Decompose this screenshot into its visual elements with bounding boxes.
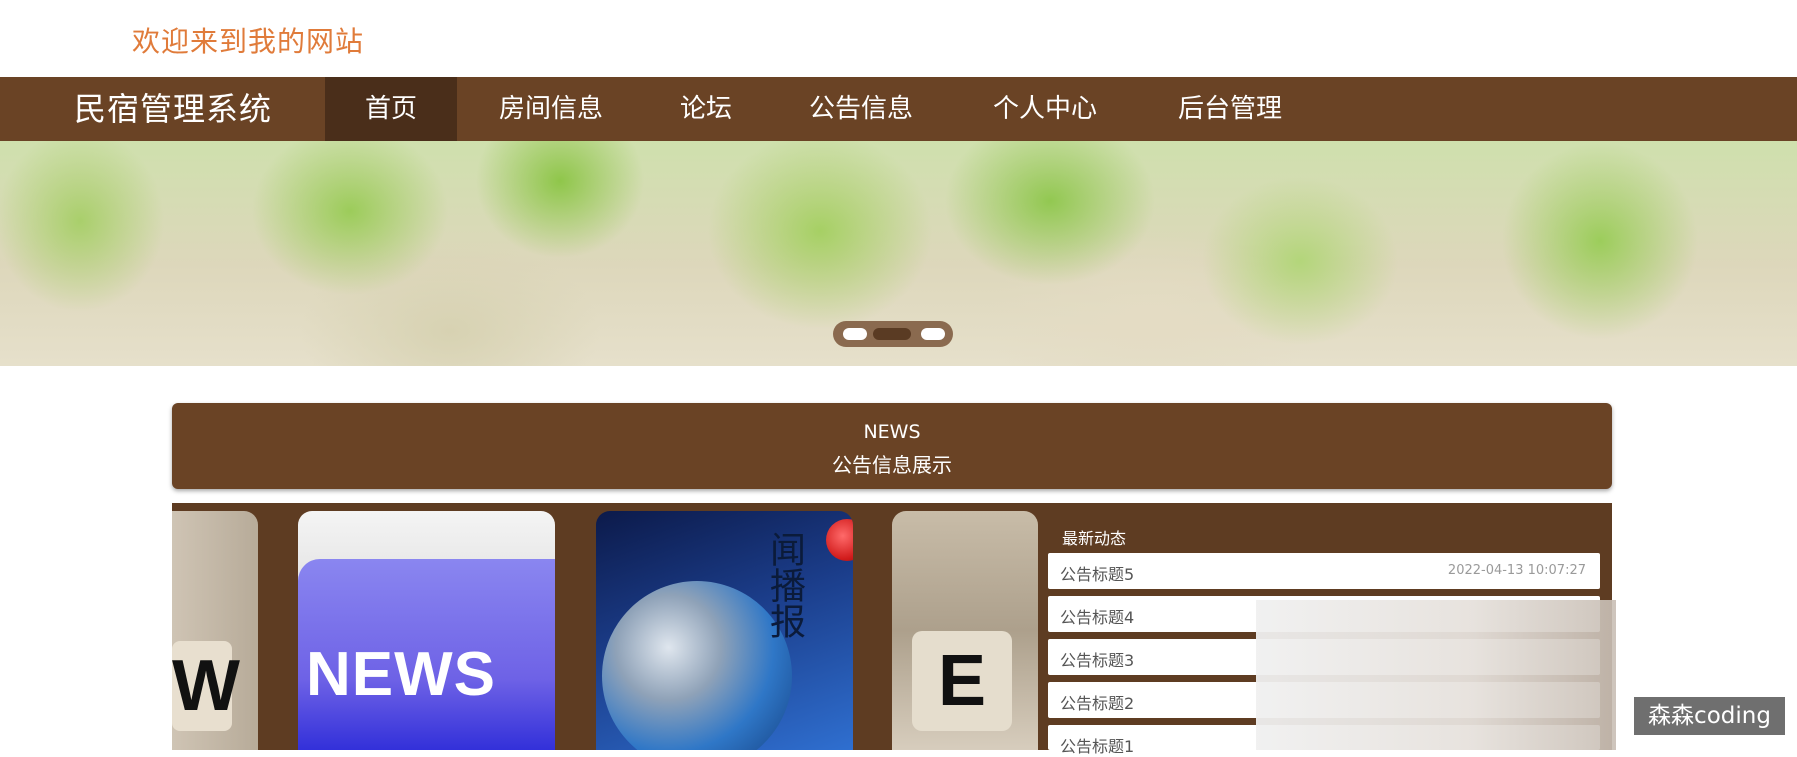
nav-item-profile[interactable]: 个人中心 bbox=[970, 77, 1120, 141]
news-section-header: NEWS 公告信息展示 bbox=[172, 403, 1612, 489]
nav-item-home[interactable]: 首页 bbox=[325, 77, 457, 141]
news-card-3[interactable]: 闻播报 bbox=[596, 511, 853, 750]
news-tile-image: NEWS bbox=[298, 559, 555, 750]
news-card-1[interactable]: W bbox=[172, 511, 258, 750]
site-brand[interactable]: 民宿管理系统 bbox=[74, 77, 272, 141]
news-title-en: NEWS bbox=[863, 421, 921, 443]
news-card-4[interactable]: E bbox=[892, 511, 1038, 750]
news-card-1-image: W bbox=[172, 641, 240, 731]
mouse-cursor-highlight bbox=[826, 519, 853, 561]
main-navbar: 民宿管理系统 首页 房间信息 论坛 公告信息 个人中心 后台管理 bbox=[0, 77, 1797, 141]
carousel-indicators bbox=[833, 321, 953, 347]
news-card-3-text: 闻播报 bbox=[764, 531, 805, 639]
carousel-dot-1[interactable] bbox=[843, 328, 867, 340]
latest-news-item-title: 公告标题1 bbox=[1060, 737, 1135, 756]
nav-item-rooms[interactable]: 房间信息 bbox=[476, 77, 626, 141]
latest-news-item-date: 2022-04-13 10:07:27 bbox=[1447, 563, 1586, 578]
carousel-dot-3[interactable] bbox=[921, 328, 945, 340]
news-title-cn: 公告信息展示 bbox=[832, 453, 952, 477]
latest-news-title: 最新动态 bbox=[1062, 529, 1127, 548]
welcome-text: 欢迎来到我的网站 bbox=[132, 25, 365, 58]
latest-news-item-title: 公告标题5 bbox=[1060, 565, 1135, 584]
nav-item-admin[interactable]: 后台管理 bbox=[1155, 77, 1305, 141]
latest-news-item-title: 公告标题2 bbox=[1060, 694, 1135, 713]
top-bar: 欢迎来到我的网站 bbox=[0, 0, 1797, 77]
latest-news-item-title: 公告标题4 bbox=[1060, 608, 1135, 627]
news-card-2[interactable]: NEWS bbox=[298, 511, 555, 750]
blurred-overlay bbox=[1256, 600, 1616, 750]
latest-news-item-title: 公告标题3 bbox=[1060, 651, 1135, 670]
nav-item-forum[interactable]: 论坛 bbox=[650, 77, 762, 141]
latest-news-item[interactable]: 公告标题5 2022-04-13 10:07:27 bbox=[1048, 553, 1600, 589]
news-tile-text: NEWS bbox=[306, 640, 496, 709]
news-card-4-image: E bbox=[912, 631, 1012, 731]
watermark-badge: 森森coding bbox=[1634, 697, 1785, 735]
nav-item-announcements[interactable]: 公告信息 bbox=[791, 77, 931, 141]
carousel-dot-2[interactable] bbox=[873, 328, 911, 340]
